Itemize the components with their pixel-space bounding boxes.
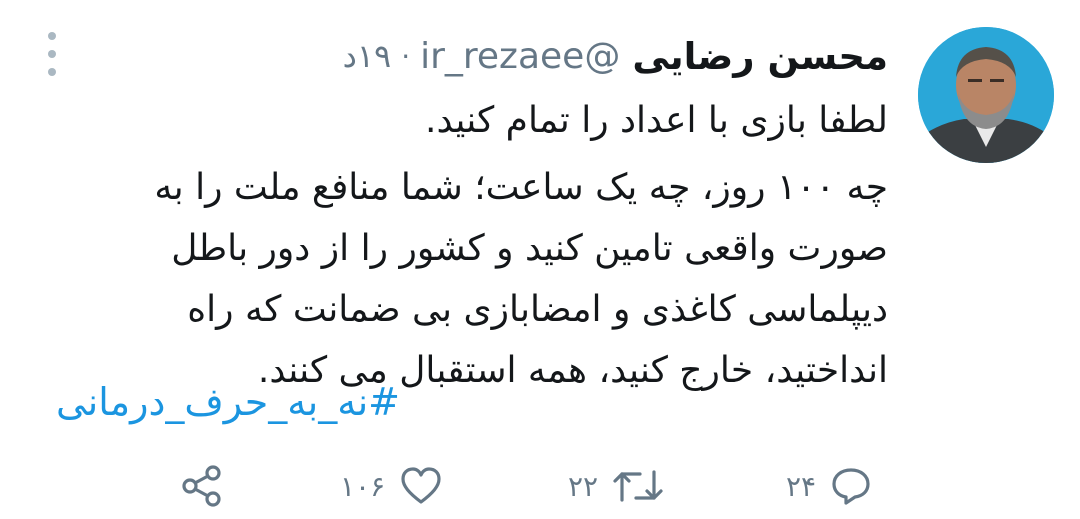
action-bar: ۲۴ ۲۲ ۱۰۶ <box>0 456 1080 516</box>
tweet-header: محسن رضایی @ir_rezaee · ۱۹د <box>343 26 888 86</box>
avatar[interactable] <box>918 27 1054 163</box>
overflow-menu-icon[interactable] <box>40 32 64 76</box>
like-count: ۱۰۶ <box>340 469 386 503</box>
retweet-icon <box>612 466 664 506</box>
author-name[interactable]: محسن رضایی <box>632 35 888 78</box>
retweet-button[interactable]: ۲۲ <box>568 456 664 516</box>
hashtag-link[interactable]: #نه_به_حرف_درمانی <box>56 380 400 424</box>
tweet-line: لطفا بازی با اعداد را تمام کنید. <box>425 100 888 141</box>
share-button[interactable] <box>180 456 224 516</box>
retweet-count: ۲۲ <box>568 469 599 503</box>
reply-count: ۲۴ <box>786 469 817 503</box>
reply-button[interactable]: ۲۴ <box>786 456 872 516</box>
like-button[interactable]: ۱۰۶ <box>340 456 443 516</box>
timestamp[interactable]: ۱۹د <box>343 37 392 75</box>
separator-dot: · <box>401 39 411 73</box>
tweet-line: چه ۱۰۰ روز، چه یک ساعت؛ شما منافع ملت را… <box>154 167 888 208</box>
share-icon <box>180 464 224 508</box>
like-icon <box>399 466 443 506</box>
reply-icon <box>830 466 872 506</box>
tweet-line: دیپلماسی کاغذی و امضابازی بی ضمانت که را… <box>187 289 888 330</box>
tweet-text: لطفا بازی با اعداد را تمام کنید. چه ۱۰۰ … <box>28 90 888 401</box>
author-handle[interactable]: @ir_rezaee <box>420 36 620 77</box>
tweet-line: صورت واقعی تامین کنید و کشور را از دور ب… <box>171 228 888 269</box>
